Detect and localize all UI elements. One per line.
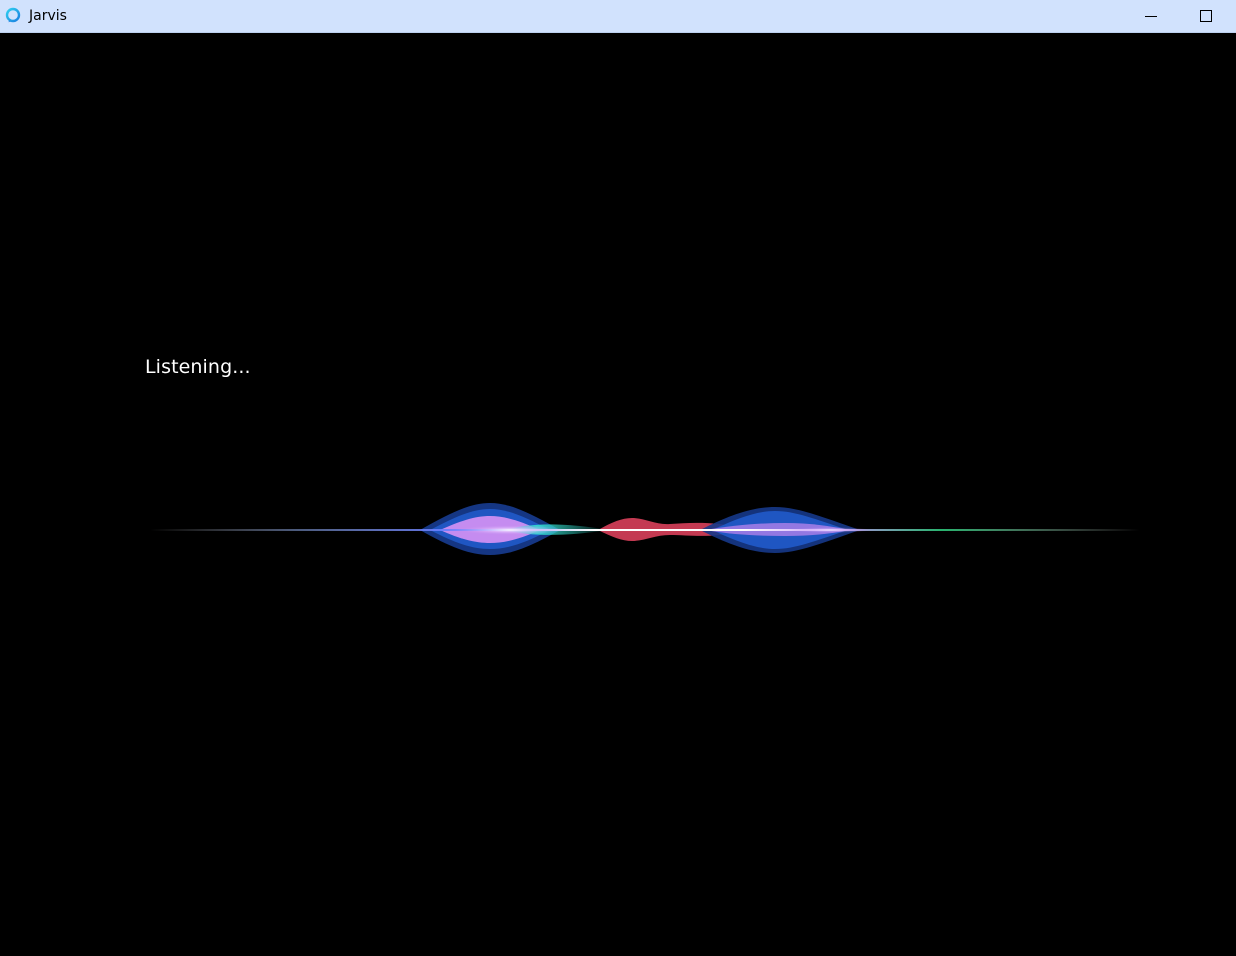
- jarvis-ring-icon: [5, 7, 21, 23]
- wave-baseline: [150, 529, 1140, 531]
- minimize-button[interactable]: [1128, 0, 1174, 32]
- maximize-button[interactable]: [1183, 0, 1229, 32]
- window-title: Jarvis: [29, 8, 67, 24]
- wave-glow-left: [455, 525, 565, 535]
- minimize-icon: [1145, 7, 1157, 26]
- maximize-icon: [1200, 7, 1212, 26]
- jarvis-window: Jarvis Listening...: [0, 0, 1236, 956]
- title-bar[interactable]: Jarvis: [0, 0, 1236, 33]
- voice-waveform: [150, 503, 1140, 555]
- wave-glow-right: [790, 527, 870, 533]
- main-content: Listening...: [0, 33, 1236, 956]
